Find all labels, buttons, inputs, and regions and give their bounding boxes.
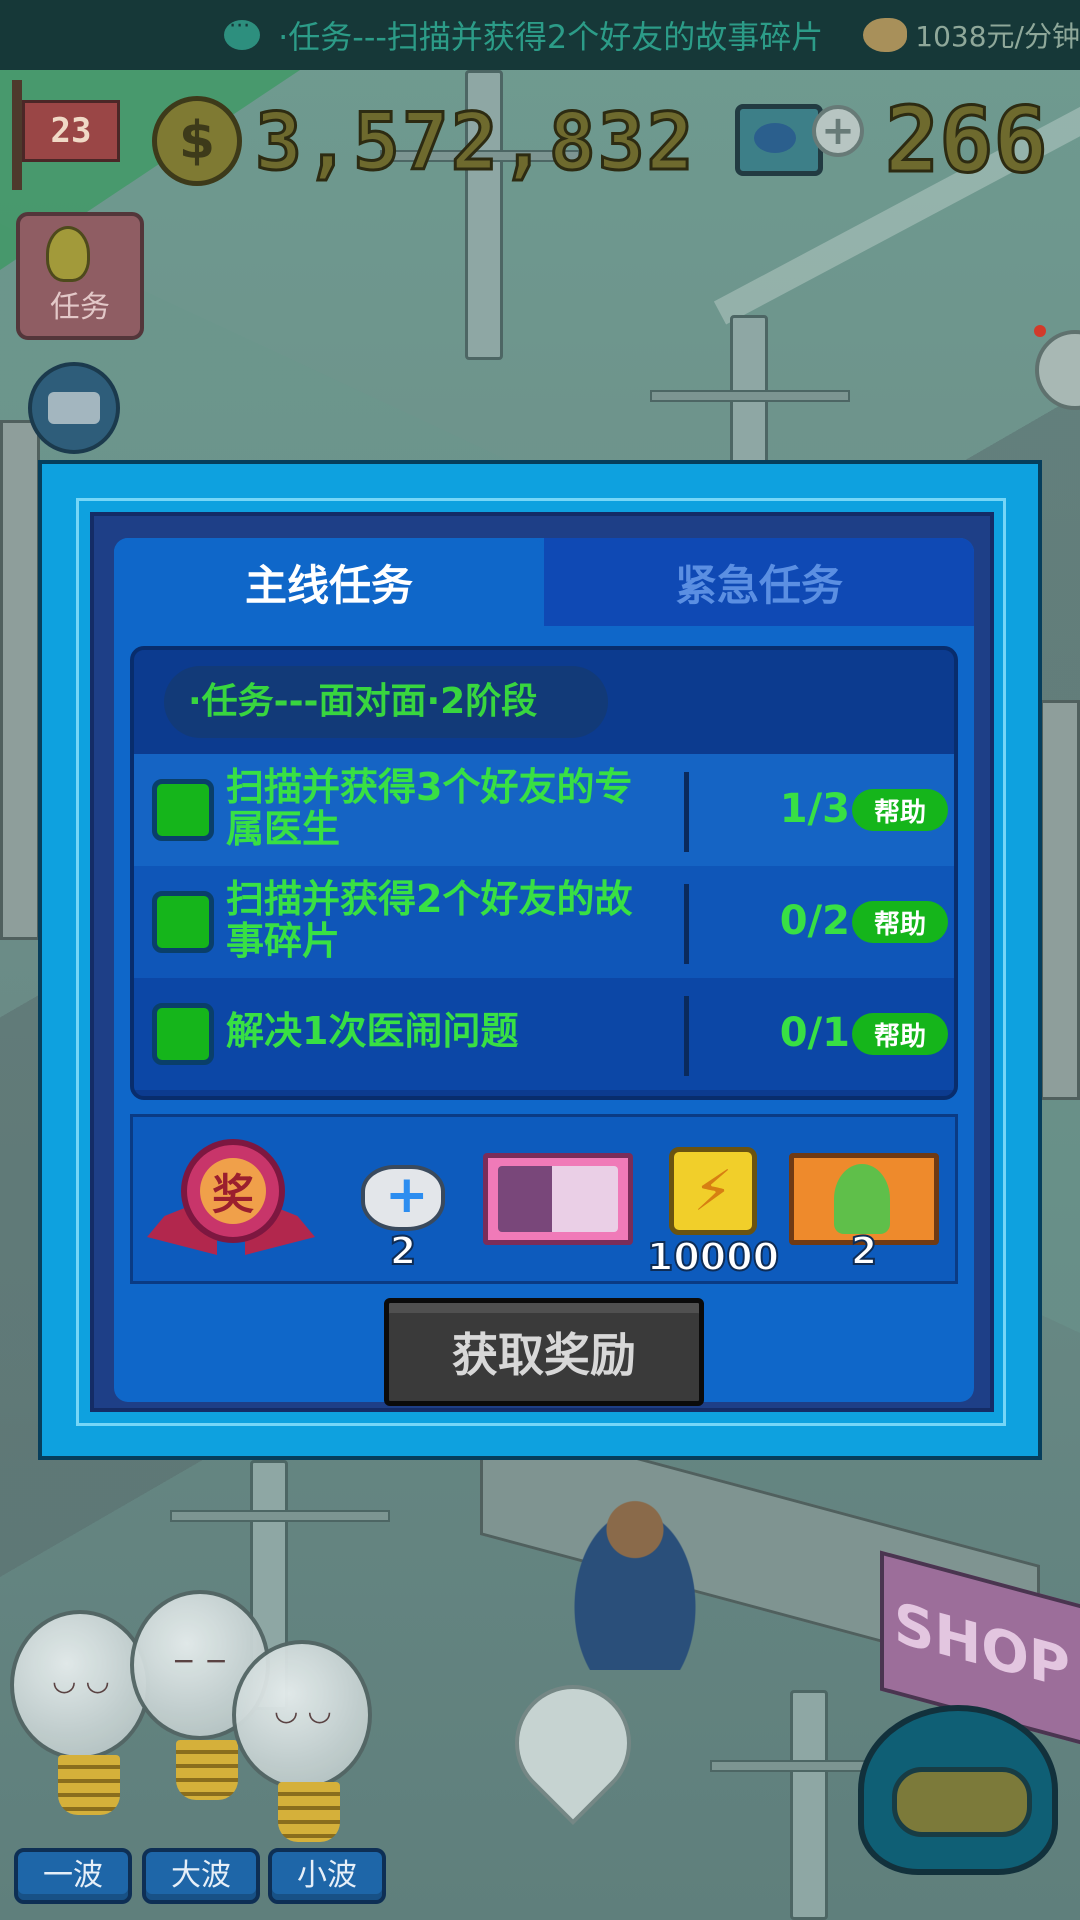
bulb-base bbox=[58, 1755, 120, 1815]
level-number: 23 bbox=[22, 100, 120, 162]
add-gems-button[interactable]: + bbox=[812, 105, 864, 157]
task-checkbox bbox=[152, 1003, 214, 1065]
task-row: 扫描并获得2个好友的故事碎片 0/2 帮助 bbox=[134, 866, 954, 978]
reward-quantity: 2 bbox=[850, 1228, 878, 1274]
lightbulb-character[interactable]: ◡ ◡ bbox=[232, 1640, 372, 1790]
task-checkbox bbox=[152, 779, 214, 841]
divider bbox=[684, 996, 689, 1076]
task-progress: 1/3 bbox=[779, 786, 850, 832]
cat-heal-icon[interactable]: 2 bbox=[353, 1157, 453, 1274]
dialog-inner: 主线任务 紧急任务 ·任务---面对面·2阶段 扫描并获得3个好友的专属医生 1… bbox=[90, 512, 994, 1412]
wave-button-big[interactable]: 大波 bbox=[142, 1848, 260, 1904]
cat-head bbox=[361, 1165, 445, 1231]
task-panel: 主线任务 紧急任务 ·任务---面对面·2阶段 扫描并获得3个好友的专属医生 1… bbox=[114, 538, 974, 1406]
gem-tv-icon bbox=[735, 104, 823, 176]
bulb-base bbox=[278, 1782, 340, 1842]
reward-quantity: 10000 bbox=[646, 1234, 780, 1280]
worker-character[interactable] bbox=[560, 1490, 710, 1670]
coin-count: 3,572,832 bbox=[254, 97, 696, 190]
piggy-bank-icon bbox=[863, 18, 908, 52]
building bbox=[0, 420, 40, 940]
task-marquee: ·任务---扫描并获得2个好友的故事碎片 bbox=[278, 18, 824, 56]
location-pin-icon[interactable] bbox=[490, 1660, 656, 1826]
task-label: 扫描并获得3个好友的专属医生 bbox=[226, 765, 633, 851]
notification-dot bbox=[1034, 325, 1046, 337]
task-group-title: ·任务---面对面·2阶段 bbox=[164, 666, 608, 738]
task-checkbox bbox=[152, 891, 214, 953]
help-button[interactable]: 帮助 bbox=[852, 1013, 948, 1055]
claim-reward-button[interactable]: 获取奖励 bbox=[384, 1298, 704, 1406]
wave-button-small[interactable]: 小波 bbox=[268, 1848, 386, 1904]
reward-quantity: 2 bbox=[389, 1228, 417, 1274]
level-flag[interactable]: 23 bbox=[12, 80, 130, 190]
utility-pole-crossbar bbox=[650, 390, 850, 402]
tab-main-quests[interactable]: 主线任务 bbox=[114, 538, 544, 626]
chat-icon[interactable] bbox=[224, 14, 261, 50]
task-button-label: 任务 bbox=[50, 290, 110, 325]
medal-disc: 奖 bbox=[181, 1139, 285, 1243]
character-card-icon[interactable]: 2 bbox=[789, 1153, 939, 1275]
lightbulb-character[interactable]: ◡ ◡ bbox=[10, 1610, 150, 1760]
tab-urgent-quests[interactable]: 紧急任务 bbox=[544, 538, 974, 626]
utility-pole bbox=[790, 1690, 828, 1920]
task-label: 扫描并获得2个好友的故事碎片 bbox=[226, 877, 633, 963]
divider bbox=[684, 884, 689, 964]
task-row: 解决1次医闹问题 0/1 帮助 bbox=[134, 978, 954, 1090]
task-row: 扫描并获得3个好友的专属医生 1/3 帮助 bbox=[134, 754, 954, 866]
lightning-icon: ⚡ bbox=[669, 1147, 757, 1235]
ambulance-icon[interactable] bbox=[28, 362, 120, 454]
reward-strip: 奖 2 ⚡ 10000 2 bbox=[130, 1114, 958, 1284]
coin-icon: $ bbox=[152, 96, 242, 186]
reward-medal-icon: 奖 bbox=[143, 1135, 319, 1275]
lightbulb-icon bbox=[46, 226, 90, 282]
medal-label: 奖 bbox=[200, 1158, 266, 1224]
doctor-card-icon[interactable] bbox=[483, 1153, 633, 1245]
divider bbox=[684, 772, 689, 852]
wave-button-one[interactable]: 一波 bbox=[14, 1848, 132, 1904]
task-dialog: 主线任务 紧急任务 ·任务---面对面·2阶段 扫描并获得3个好友的专属医生 1… bbox=[38, 460, 1042, 1460]
bulb-base bbox=[176, 1740, 238, 1800]
cat-menu-button[interactable] bbox=[858, 1705, 1058, 1875]
task-progress: 0/2 bbox=[779, 898, 850, 944]
task-button[interactable]: 任务 bbox=[16, 212, 144, 340]
task-label: 解决1次医闹问题 bbox=[226, 1009, 519, 1053]
task-list: ·任务---面对面·2阶段 扫描并获得3个好友的专属医生 1/3 帮助 扫描并获… bbox=[130, 646, 958, 1100]
status-bar: ·任务---扫描并获得2个好友的故事碎片 1038元/分钟 bbox=[0, 0, 1080, 70]
gem-count: 266 bbox=[884, 87, 1050, 195]
building bbox=[1040, 700, 1080, 1100]
help-button[interactable]: 帮助 bbox=[852, 901, 948, 943]
task-progress: 0/1 bbox=[779, 1010, 850, 1056]
energy-icon[interactable]: ⚡ 10000 bbox=[646, 1147, 780, 1280]
income-rate: 1038元/分钟 bbox=[915, 20, 1080, 53]
flag-pole bbox=[12, 80, 22, 190]
utility-pole-crossbar bbox=[170, 1510, 390, 1522]
help-button[interactable]: 帮助 bbox=[852, 789, 948, 831]
